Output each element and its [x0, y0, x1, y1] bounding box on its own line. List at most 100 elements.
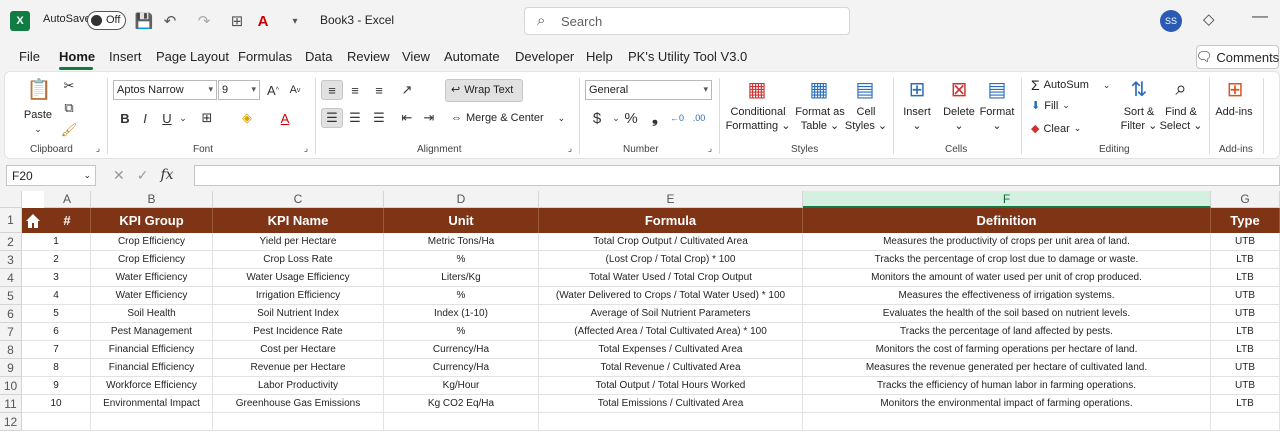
- table-cell[interactable]: 3: [22, 269, 91, 287]
- tab-automate[interactable]: Automate: [444, 49, 500, 64]
- table-cell[interactable]: Total Revenue / Cultivated Area: [539, 359, 803, 377]
- empty-cell[interactable]: [91, 413, 213, 431]
- row-header[interactable]: 1: [0, 208, 22, 233]
- table-header-cell[interactable]: Formula: [539, 208, 803, 233]
- empty-cell[interactable]: [22, 413, 91, 431]
- table-cell[interactable]: Measures the revenue generated per hecta…: [803, 359, 1211, 377]
- table-cell[interactable]: 5: [22, 305, 91, 323]
- table-cell[interactable]: Evaluates the health of the soil based o…: [803, 305, 1211, 323]
- table-header-cell[interactable]: Unit: [384, 208, 539, 233]
- table-cell[interactable]: %: [384, 251, 539, 269]
- italic-icon[interactable]: I: [135, 108, 155, 128]
- autosave-toggle[interactable]: Off: [87, 11, 126, 30]
- row-header[interactable]: 3: [0, 251, 22, 269]
- table-cell[interactable]: LTB: [1211, 269, 1280, 287]
- table-cell[interactable]: Monitors the cost of farming operations …: [803, 341, 1211, 359]
- row-header[interactable]: 11: [0, 395, 22, 413]
- find-select-label[interactable]: Find & Select ⌄: [1159, 105, 1203, 133]
- borders-icon[interactable]: ⊞: [227, 11, 247, 31]
- tab-data[interactable]: Data: [305, 49, 332, 64]
- table-cell[interactable]: Irrigation Efficiency: [213, 287, 384, 305]
- table-cell[interactable]: Kg CO2 Eq/Ha: [384, 395, 539, 413]
- table-cell[interactable]: Index (1-10): [384, 305, 539, 323]
- table-cell[interactable]: Water Efficiency: [91, 287, 213, 305]
- row-header[interactable]: 5: [0, 287, 22, 305]
- conditional-formatting-icon[interactable]: ▦: [743, 76, 771, 102]
- table-cell[interactable]: Water Usage Efficiency: [213, 269, 384, 287]
- font-family-select[interactable]: Aptos Narrow ▾: [113, 80, 217, 100]
- format-painter-icon[interactable]: 🖌: [59, 120, 79, 140]
- fill-button[interactable]: ⬇ Fill ⌄: [1031, 99, 1070, 113]
- column-header-e[interactable]: E: [539, 191, 803, 208]
- column-header-g[interactable]: G: [1211, 191, 1280, 208]
- format-cells-label[interactable]: Format ⌄: [977, 105, 1017, 133]
- font-color-icon[interactable]: A: [275, 108, 295, 128]
- formula-input[interactable]: [194, 165, 1280, 186]
- table-cell[interactable]: Tracks the percentage of crop lost due t…: [803, 251, 1211, 269]
- font-color-icon[interactable]: A: [253, 11, 273, 31]
- table-cell[interactable]: Monitors the amount of water used per un…: [803, 269, 1211, 287]
- table-cell[interactable]: Yield per Hectare: [213, 233, 384, 251]
- table-cell[interactable]: Crop Loss Rate: [213, 251, 384, 269]
- column-header-a[interactable]: A: [44, 191, 91, 208]
- insert-cells-label[interactable]: Insert ⌄: [897, 105, 937, 133]
- empty-cell[interactable]: [803, 413, 1211, 431]
- table-cell[interactable]: Water Efficiency: [91, 269, 213, 287]
- table-cell[interactable]: Total Crop Output / Cultivated Area: [539, 233, 803, 251]
- column-header-f[interactable]: F: [803, 191, 1211, 208]
- table-cell[interactable]: 10: [22, 395, 91, 413]
- cell-styles-label[interactable]: Cell Styles ⌄: [843, 105, 889, 133]
- number-launcher-icon[interactable]: ⌟: [705, 142, 715, 154]
- table-cell[interactable]: Tracks the efficiency of human labor in …: [803, 377, 1211, 395]
- tab-formulas[interactable]: Formulas: [238, 49, 292, 64]
- number-format-select[interactable]: General ▾: [585, 80, 712, 100]
- table-cell[interactable]: %: [384, 323, 539, 341]
- table-header-cell[interactable]: Type: [1211, 208, 1280, 233]
- right-align-icon[interactable]: ☰: [369, 108, 389, 128]
- table-cell[interactable]: (Affected Area / Total Cultivated Area) …: [539, 323, 803, 341]
- table-cell[interactable]: Financial Efficiency: [91, 359, 213, 377]
- comments-button[interactable]: 🗨 Comments: [1196, 45, 1279, 69]
- underline-dropdown-icon[interactable]: ⌄: [173, 108, 193, 128]
- user-avatar[interactable]: SS: [1160, 10, 1182, 32]
- name-box[interactable]: F20 ⌄: [6, 165, 96, 186]
- column-header-b[interactable]: B: [91, 191, 213, 208]
- row-header[interactable]: 12: [0, 413, 22, 431]
- decrease-font-icon[interactable]: Av: [285, 80, 305, 100]
- cell-styles-icon[interactable]: ▤: [851, 76, 879, 102]
- table-cell[interactable]: %: [384, 287, 539, 305]
- paste-dropdown-icon[interactable]: ⌄: [32, 122, 44, 136]
- table-cell[interactable]: UTB: [1211, 233, 1280, 251]
- row-header[interactable]: 10: [0, 377, 22, 395]
- table-cell[interactable]: Revenue per Hectare: [213, 359, 384, 377]
- format-as-table-label[interactable]: Format as Table ⌄: [791, 105, 849, 133]
- table-cell[interactable]: Financial Efficiency: [91, 341, 213, 359]
- table-cell[interactable]: 9: [22, 377, 91, 395]
- insert-function-icon[interactable]: fx: [160, 167, 173, 184]
- save-icon[interactable]: 💾: [134, 11, 154, 31]
- conditional-formatting-label[interactable]: Conditional Formatting ⌄: [723, 105, 793, 133]
- insert-cells-icon[interactable]: ⊞: [903, 76, 931, 102]
- tab-help[interactable]: Help: [586, 49, 613, 64]
- empty-cell[interactable]: [384, 413, 539, 431]
- tab-pk-utility[interactable]: PK's Utility Tool V3.0: [628, 49, 747, 64]
- table-cell[interactable]: UTB: [1211, 359, 1280, 377]
- middle-align-icon[interactable]: ≡: [345, 80, 365, 100]
- table-cell[interactable]: 6: [22, 323, 91, 341]
- borders-icon[interactable]: ⊞: [197, 108, 217, 128]
- table-cell[interactable]: 2: [22, 251, 91, 269]
- tab-insert[interactable]: Insert: [109, 49, 142, 64]
- table-cell[interactable]: Average of Soil Nutrient Parameters: [539, 305, 803, 323]
- tab-view[interactable]: View: [402, 49, 430, 64]
- row-header[interactable]: 7: [0, 323, 22, 341]
- delete-cells-icon[interactable]: ⊠: [945, 76, 973, 102]
- add-ins-label[interactable]: Add-ins: [1211, 105, 1257, 119]
- home-icon[interactable]: [22, 208, 44, 233]
- table-cell[interactable]: Metric Tons/Ha: [384, 233, 539, 251]
- table-header-cell[interactable]: KPI Name: [213, 208, 384, 233]
- sort-filter-label[interactable]: Sort & Filter ⌄: [1119, 105, 1159, 133]
- increase-indent-icon[interactable]: ⇥: [419, 108, 439, 128]
- tab-file[interactable]: File: [19, 49, 40, 64]
- enter-icon[interactable]: ✓: [137, 167, 149, 184]
- empty-cell[interactable]: [1211, 413, 1280, 431]
